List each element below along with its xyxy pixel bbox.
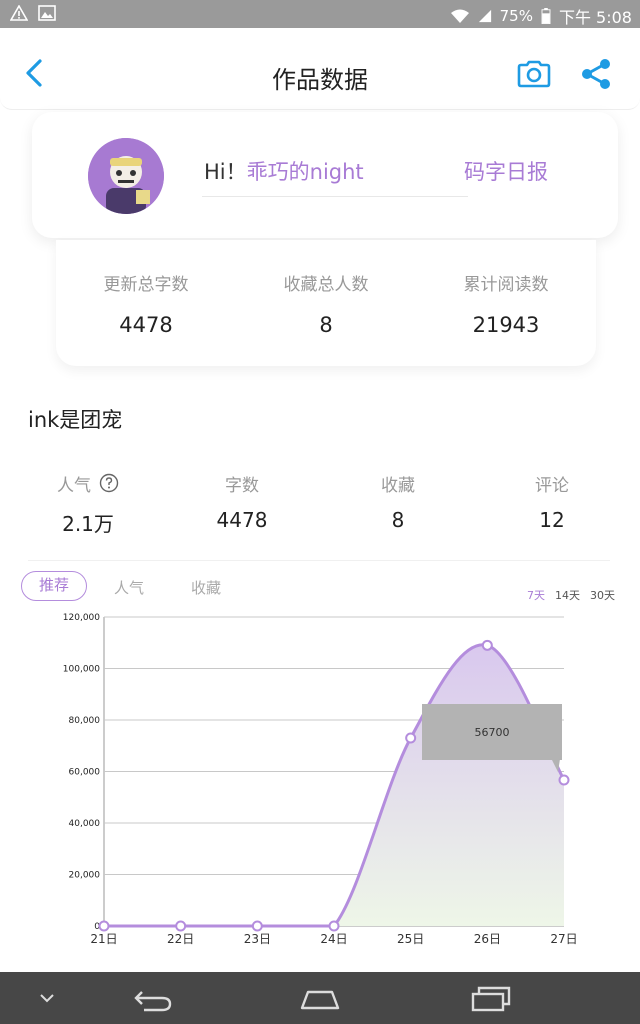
chevron-down-icon[interactable]	[38, 984, 56, 1012]
stat-words: 字数 4478	[182, 472, 302, 533]
greeting: Hi！乖巧的night	[204, 156, 364, 186]
total-favorites: 收藏总人数 8	[236, 270, 416, 337]
stat-value: 4478	[216, 508, 268, 532]
stat-favorites: 收藏 8	[338, 472, 458, 533]
total-value: 4478	[119, 313, 173, 337]
x-tick-label: 27日	[550, 932, 577, 946]
share-icon[interactable]	[580, 58, 612, 90]
stat-label: 评论	[535, 475, 569, 496]
navigation-bar	[0, 972, 640, 1024]
image-notification-icon	[38, 5, 56, 21]
x-tick-label: 25日	[397, 932, 424, 946]
stat-label: 收藏	[381, 475, 415, 496]
username: 乖巧的night	[246, 160, 364, 184]
greeting-prefix: Hi！	[204, 160, 247, 184]
data-point[interactable]	[98, 920, 110, 932]
battery-percent: 75%	[499, 7, 533, 25]
daily-report-link[interactable]: 码字日报	[464, 156, 548, 186]
profile-card: Hi！乖巧的night 码字日报	[32, 112, 618, 238]
y-tick-label: 120,000	[63, 613, 100, 623]
recent-apps-icon[interactable]	[470, 984, 512, 1012]
stat-label: 字数	[225, 475, 259, 496]
x-tick-label: 21日	[90, 932, 117, 946]
app-bar: 作品数据	[0, 28, 640, 110]
help-icon[interactable]	[99, 473, 119, 493]
warning-notification-icon	[10, 5, 28, 21]
greeting-underline	[202, 196, 468, 197]
y-tick-label: 100,000	[63, 665, 100, 675]
tooltip-value: 56700	[475, 726, 510, 739]
y-tick-label: 80,000	[69, 716, 101, 726]
data-point[interactable]	[481, 639, 493, 651]
total-label: 累计阅读数	[463, 275, 549, 295]
total-words: 更新总字数 4478	[56, 270, 236, 337]
x-axis: 21日 22日 23日 24日 25日 26日 27日	[90, 932, 577, 946]
chart-area	[104, 644, 564, 926]
data-point[interactable]	[405, 732, 417, 744]
stat-popularity: 人气 2.1万	[28, 472, 148, 537]
x-tick-label: 24日	[320, 932, 347, 946]
y-tick-label: 60,000	[69, 768, 101, 778]
stat-value: 12	[539, 508, 565, 532]
status-bar: 75% 下午 5:08	[0, 0, 640, 28]
x-tick-label: 22日	[167, 932, 194, 946]
avatar[interactable]	[88, 138, 164, 214]
chart: 020,00040,00060,00080,000100,000120,000 …	[63, 613, 578, 946]
stat-value: 2.1万	[62, 512, 114, 536]
y-tick-label: 20,000	[69, 871, 101, 881]
clock: 下午 5:08	[558, 8, 632, 27]
data-point[interactable]	[328, 920, 340, 932]
total-value: 21943	[472, 313, 540, 337]
home-icon[interactable]	[298, 984, 342, 1012]
tab-favorites[interactable]: 收藏	[191, 577, 221, 598]
x-tick-label: 23日	[244, 932, 271, 946]
x-tick-label: 26日	[474, 932, 501, 946]
tab-recommend[interactable]: 推荐	[21, 571, 87, 601]
total-value: 8	[319, 313, 333, 337]
data-point[interactable]	[175, 920, 187, 932]
total-label: 更新总字数	[103, 275, 189, 295]
wifi-icon	[450, 9, 469, 23]
tab-popularity[interactable]: 人气	[114, 577, 144, 598]
total-reads: 累计阅读数 21943	[416, 270, 596, 337]
stat-label: 人气	[28, 472, 148, 496]
data-point[interactable]	[558, 774, 570, 786]
totals-card: 更新总字数 4478 收藏总人数 8 累计阅读数 21943	[56, 240, 596, 366]
stat-value: 8	[391, 508, 405, 532]
stat-comments: 评论 12	[492, 472, 612, 533]
back-nav-icon[interactable]	[132, 984, 174, 1012]
work-title[interactable]: ink是团宠	[28, 404, 122, 434]
y-tick-label: 40,000	[69, 819, 101, 829]
avatar-image	[88, 138, 164, 214]
camera-icon[interactable]	[516, 60, 552, 88]
divider	[28, 560, 610, 561]
y-axis: 020,00040,00060,00080,000100,000120,000	[63, 613, 100, 932]
signal-icon	[478, 9, 491, 23]
data-point[interactable]	[251, 920, 263, 932]
total-label: 收藏总人数	[283, 275, 369, 295]
stat-label-text: 人气	[57, 475, 91, 496]
battery-icon	[541, 8, 551, 24]
